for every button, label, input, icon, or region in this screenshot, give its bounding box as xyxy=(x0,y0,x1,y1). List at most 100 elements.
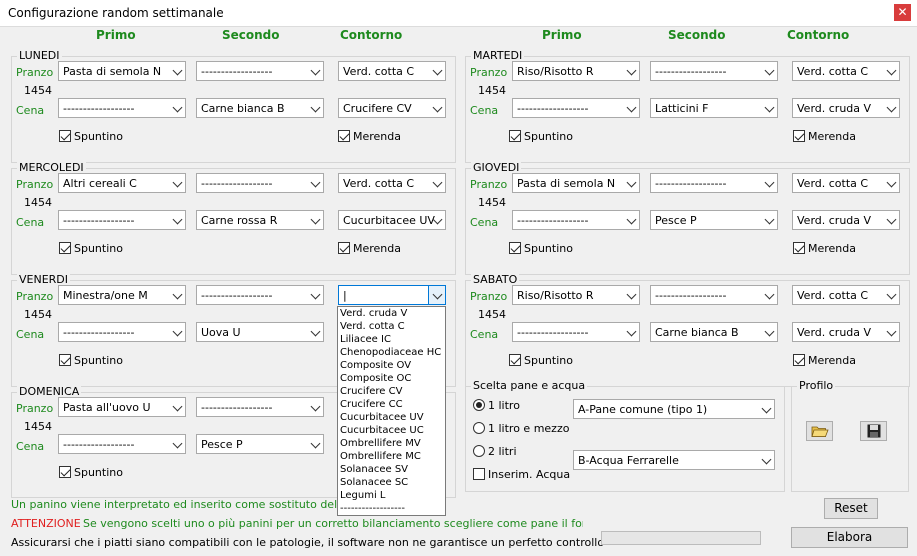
dropdown-option[interactable]: Legumi L xyxy=(340,489,386,502)
dropdown-option[interactable]: Ombrellifere MV xyxy=(340,437,421,450)
col-header-primo-left: Primo xyxy=(96,28,136,42)
kcal-lunedi: 1454 xyxy=(24,84,52,97)
reset-button[interactable]: Reset xyxy=(824,498,878,519)
pranzo-label-mercoledi: Pranzo xyxy=(16,178,54,191)
cena-secondo-select-mercoledi[interactable]: Carne rossa R xyxy=(196,210,324,230)
pranzo-contorno-select-giovedi[interactable]: Verd. cotta C xyxy=(792,173,900,193)
pranzo-secondo-select-mercoledi[interactable]: ------------------ xyxy=(196,173,324,193)
dropdown-option[interactable]: Chenopodiaceae HC xyxy=(340,346,441,359)
cena-secondo-select-venerdi[interactable]: Uova U xyxy=(196,322,324,342)
cena-primo-select-domenica-value: ------------------ xyxy=(63,438,135,451)
cena-primo-select-lunedi[interactable]: ------------------ xyxy=(58,98,186,118)
kcal-domenica: 1454 xyxy=(24,420,52,433)
pranzo-primo-select-martedi-value: Riso/Risotto R xyxy=(517,65,594,78)
cena-contorno-select-lunedi[interactable]: Crucifere CV xyxy=(338,98,446,118)
pane-select[interactable]: A-Pane comune (tipo 1) xyxy=(573,399,775,419)
cena-secondo-select-lunedi[interactable]: Carne bianca B xyxy=(196,98,324,118)
dropdown-option[interactable]: Composite OV xyxy=(340,359,411,372)
pranzo-secondo-select-martedi[interactable]: ------------------ xyxy=(650,61,778,81)
cena-secondo-select-domenica[interactable]: Pesce P xyxy=(196,434,324,454)
pranzo-label-lunedi: Pranzo xyxy=(16,66,54,79)
merenda-checkbox-sabato[interactable] xyxy=(793,354,805,366)
pranzo-secondo-select-lunedi[interactable]: ------------------ xyxy=(196,61,324,81)
floppy-disk-icon xyxy=(867,424,880,438)
cena-contorno-select-giovedi[interactable]: Verd. cruda V xyxy=(792,210,900,230)
cena-secondo-select-sabato[interactable]: Carne bianca B xyxy=(650,322,778,342)
pranzo-primo-select-martedi[interactable]: Riso/Risotto R xyxy=(512,61,640,81)
pranzo-contorno-select-martedi[interactable]: Verd. cotta C xyxy=(792,61,900,81)
dropdown-option[interactable]: Cucurbitacee UC xyxy=(340,424,424,437)
cena-primo-select-sabato[interactable]: ------------------ xyxy=(512,322,640,342)
pranzo-secondo-select-venerdi[interactable]: ------------------ xyxy=(196,285,324,305)
dropdown-option[interactable]: Verd. cruda V xyxy=(340,307,407,320)
cena-secondo-select-lunedi-value: Carne bianca B xyxy=(201,102,285,115)
spuntino-checkbox-domenica[interactable] xyxy=(59,466,71,478)
open-profile-button[interactable] xyxy=(806,421,833,441)
inserim-acqua-checkbox[interactable] xyxy=(473,468,485,480)
pane-select-value: A-Pane comune (tipo 1) xyxy=(578,403,708,416)
cena-secondo-select-venerdi-value: Uova U xyxy=(201,326,241,339)
cena-secondo-select-martedi[interactable]: Latticini F xyxy=(650,98,778,118)
spuntino-checkbox-sabato[interactable] xyxy=(509,354,521,366)
cena-primo-select-lunedi-value: ------------------ xyxy=(63,102,135,115)
dropdown-option[interactable]: Verd. cotta C xyxy=(340,320,405,333)
pranzo-primo-select-giovedi[interactable]: Pasta di semola N xyxy=(512,173,640,193)
radio-1-litro-mezzo[interactable] xyxy=(473,422,485,434)
folder-open-icon xyxy=(810,426,829,437)
spuntino-checkbox-venerdi[interactable] xyxy=(59,354,71,366)
cena-contorno-select-mercoledi[interactable]: Cucurbitacee UV xyxy=(338,210,446,230)
dropdown-option[interactable]: Crucifere CV xyxy=(340,385,402,398)
save-profile-button[interactable] xyxy=(860,421,887,441)
merenda-checkbox-martedi[interactable] xyxy=(793,130,805,142)
dropdown-option[interactable]: Crucifere CC xyxy=(340,398,403,411)
cena-secondo-select-giovedi[interactable]: Pesce P xyxy=(650,210,778,230)
close-button[interactable]: ✕ xyxy=(894,4,911,21)
cena-primo-select-domenica[interactable]: ------------------ xyxy=(58,434,186,454)
dropdown-option[interactable]: Solanacee SC xyxy=(340,476,408,489)
cena-primo-select-giovedi[interactable]: ------------------ xyxy=(512,210,640,230)
cena-primo-select-martedi[interactable]: ------------------ xyxy=(512,98,640,118)
cena-primo-select-mercoledi-value: ------------------ xyxy=(63,214,135,227)
dropdown-option[interactable]: Solanacee SV xyxy=(340,463,408,476)
pranzo-primo-select-domenica[interactable]: Pasta all'uovo U xyxy=(58,397,186,417)
dropdown-option[interactable]: Cucurbitacee UV xyxy=(340,411,424,424)
radio-2-litri[interactable] xyxy=(473,445,485,457)
dropdown-option[interactable]: Composite OC xyxy=(340,372,411,385)
pranzo-contorno-select-sabato[interactable]: Verd. cotta C xyxy=(792,285,900,305)
pranzo-primo-select-lunedi-value: Pasta di semola N xyxy=(63,65,162,78)
radio-1-litro[interactable] xyxy=(473,399,485,411)
pranzo-primo-select-mercoledi[interactable]: Altri cereali C xyxy=(58,173,186,193)
pranzo-primo-select-lunedi[interactable]: Pasta di semola N xyxy=(58,61,186,81)
chevron-down-icon xyxy=(761,403,772,414)
cena-primo-select-mercoledi[interactable]: ------------------ xyxy=(58,210,186,230)
merenda-checkbox-giovedi[interactable] xyxy=(793,242,805,254)
pranzo-contorno-select-venerdi[interactable]: | xyxy=(338,285,446,305)
pranzo-secondo-select-giovedi[interactable]: ------------------ xyxy=(650,173,778,193)
radio-1-litro-label: 1 litro xyxy=(488,399,520,412)
pranzo-secondo-select-martedi-value: ------------------ xyxy=(655,65,727,78)
elabora-button[interactable]: Elabora xyxy=(791,527,908,548)
cena-label-domenica: Cena xyxy=(16,440,45,453)
spuntino-checkbox-mercoledi[interactable] xyxy=(59,242,71,254)
pranzo-secondo-select-venerdi-value: ------------------ xyxy=(201,289,273,302)
pranzo-contorno-select-mercoledi[interactable]: Verd. cotta C xyxy=(338,173,446,193)
pranzo-secondo-select-domenica[interactable]: ------------------ xyxy=(196,397,324,417)
merenda-checkbox-mercoledi[interactable] xyxy=(338,242,350,254)
cena-primo-select-venerdi[interactable]: ------------------ xyxy=(58,322,186,342)
cena-contorno-select-sabato[interactable]: Verd. cruda V xyxy=(792,322,900,342)
cena-contorno-select-martedi[interactable]: Verd. cruda V xyxy=(792,98,900,118)
acqua-select[interactable]: B-Acqua Ferrarelle xyxy=(573,450,775,470)
pranzo-primo-select-sabato-value: Riso/Risotto R xyxy=(517,289,594,302)
spuntino-checkbox-giovedi[interactable] xyxy=(509,242,521,254)
spuntino-checkbox-lunedi[interactable] xyxy=(59,130,71,142)
dropdown-option[interactable]: ------------------ xyxy=(340,502,405,515)
pranzo-primo-select-sabato[interactable]: Riso/Risotto R xyxy=(512,285,640,305)
pranzo-secondo-select-sabato[interactable]: ------------------ xyxy=(650,285,778,305)
pranzo-primo-select-venerdi[interactable]: Minestra/one M xyxy=(58,285,186,305)
spuntino-checkbox-martedi[interactable] xyxy=(509,130,521,142)
pranzo-contorno-select-lunedi[interactable]: Verd. cotta C xyxy=(338,61,446,81)
dropdown-option[interactable]: Ombrellifere MC xyxy=(340,450,421,463)
dropdown-option[interactable]: Liliacee IC xyxy=(340,333,391,346)
acqua-select-value: B-Acqua Ferrarelle xyxy=(578,454,679,467)
merenda-checkbox-lunedi[interactable] xyxy=(338,130,350,142)
